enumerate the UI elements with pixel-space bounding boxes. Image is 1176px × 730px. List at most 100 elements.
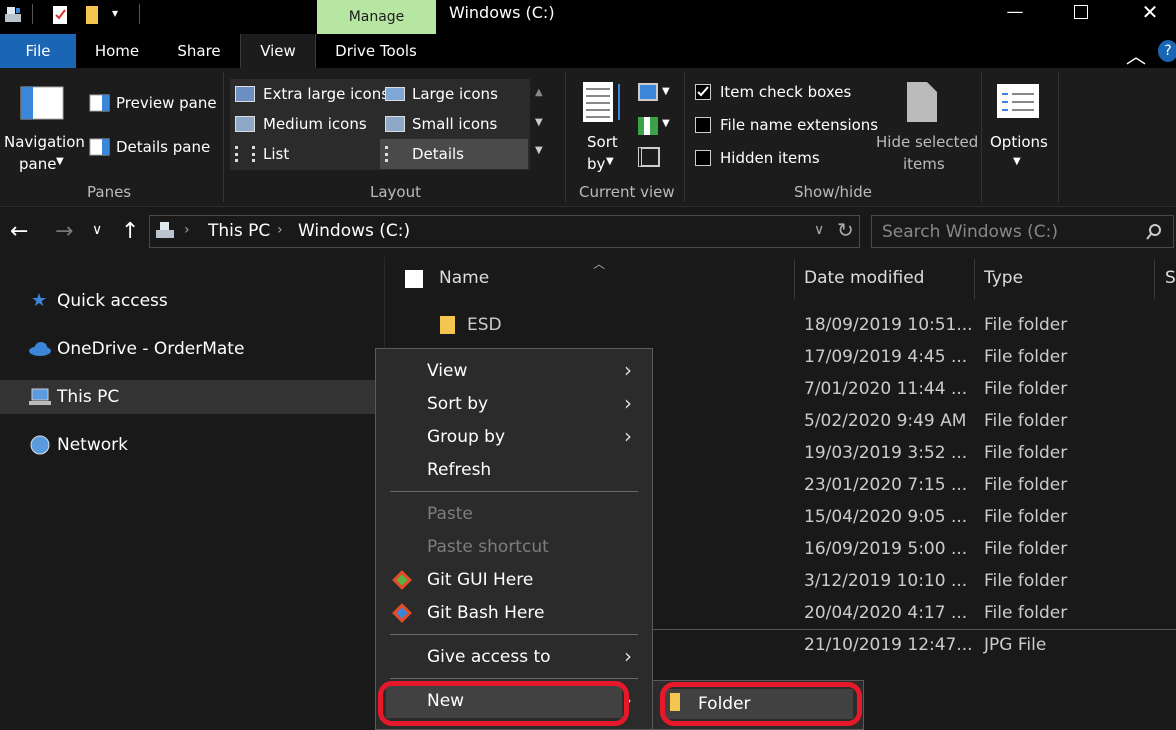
options-button[interactable]: Options [990, 133, 1048, 151]
layout-large-icons[interactable]: Large icons [412, 85, 498, 103]
details-pane-icon [89, 138, 110, 156]
forward-arrow-icon[interactable]: → [55, 219, 73, 244]
column-header-date-modified[interactable]: Date modified [804, 268, 924, 288]
gallery-down-icon[interactable]: ▼ [535, 117, 543, 128]
group-by-icon[interactable] [638, 83, 658, 101]
tab-manage[interactable]: Manage [317, 0, 436, 34]
divider [139, 4, 140, 24]
nav-label: Quick access [57, 291, 168, 311]
nav-label: Network [57, 435, 128, 455]
computer-icon [29, 388, 51, 405]
cell-date-modified: 18/09/2019 10:51... [804, 315, 973, 335]
nav-item-network[interactable]: Network [0, 428, 383, 462]
tab-view[interactable]: View [240, 34, 316, 68]
cell-date-modified: 21/10/2019 12:47... [804, 635, 973, 655]
cell-type: File folder [984, 347, 1068, 367]
group-label-current-view: Current view [579, 183, 675, 201]
nav-item-quick-access[interactable]: ★ Quick access [0, 284, 383, 318]
tab-share[interactable]: Share [162, 34, 236, 68]
select-all-checkbox[interactable] [405, 270, 423, 288]
size-columns-icon[interactable] [638, 147, 660, 167]
menu-item-git-gui-here[interactable]: Git GUI Here [427, 570, 533, 590]
gallery-up-icon[interactable]: ▲ [535, 87, 543, 98]
layout-list[interactable]: List [263, 145, 289, 163]
preview-pane-button[interactable]: Preview pane [116, 94, 217, 112]
new-folder-icon[interactable] [82, 4, 104, 26]
file-name-extensions-label[interactable]: File name extensions [720, 116, 878, 134]
cell-date-modified: 7/01/2020 11:44 ... [804, 379, 968, 399]
small-icons-icon [385, 116, 405, 132]
menu-item-paste-shortcut[interactable]: Paste shortcut [427, 537, 549, 557]
cell-type: File folder [984, 539, 1068, 559]
breadcrumb-windows-c[interactable]: Windows (C:) [298, 221, 410, 241]
tab-file[interactable]: File [0, 34, 76, 68]
navigation-pane-label: Navigation [4, 133, 85, 151]
layout-medium-icons[interactable]: Medium icons [263, 115, 367, 133]
hide-selected-items-button[interactable]: Hide selected [876, 133, 978, 151]
help-icon[interactable]: ? [1158, 40, 1176, 62]
details-icon [385, 146, 405, 162]
tab-home[interactable]: Home [80, 34, 154, 68]
layout-details[interactable]: Details [412, 145, 464, 163]
menu-item-view[interactable]: View [427, 361, 467, 381]
menu-item-git-bash-here[interactable]: Git Bash Here [427, 603, 544, 623]
column-divider[interactable] [974, 259, 975, 299]
layout-extra-large-icons[interactable]: Extra large icons [263, 85, 389, 103]
divider [565, 72, 566, 202]
minimize-icon[interactable]: — [987, 0, 1043, 26]
breadcrumb-chevron-icon: › [277, 222, 283, 238]
column-header-type[interactable]: Type [984, 268, 1023, 288]
back-arrow-icon[interactable]: ← [10, 219, 28, 244]
cell-type: File folder [984, 475, 1068, 495]
menu-item-sort-by[interactable]: Sort by [427, 394, 488, 414]
group-label-show-hide: Show/hide [794, 183, 872, 201]
layout-small-icons[interactable]: Small icons [412, 115, 497, 133]
breadcrumb-this-pc[interactable]: This PC [208, 221, 270, 241]
properties-icon[interactable] [50, 4, 72, 26]
cell-date-modified: 17/09/2019 4:45 ... [804, 347, 968, 367]
nav-item-onedrive[interactable]: OneDrive - OrderMate [0, 332, 383, 366]
cell-date-modified: 3/12/2019 10:10 ... [804, 571, 968, 591]
item-check-boxes-label[interactable]: Item check boxes [720, 83, 851, 101]
gallery-expand-icon[interactable]: ▼ [535, 145, 543, 156]
recent-locations-icon[interactable]: ∨ [92, 222, 102, 238]
search-icon[interactable] [1145, 223, 1163, 241]
column-divider[interactable] [1154, 259, 1155, 299]
cell-date-modified: 15/04/2020 9:05 ... [804, 507, 968, 527]
address-dropdown-icon[interactable]: ∨ [814, 222, 824, 238]
menu-item-refresh[interactable]: Refresh [427, 460, 491, 480]
column-header-name[interactable]: Name [439, 268, 489, 288]
nav-item-this-pc[interactable]: This PC [0, 380, 383, 414]
menu-separator [390, 678, 638, 679]
submenu-arrow-icon: › [624, 424, 632, 448]
cell-date-modified: 20/04/2020 4:17 ... [804, 603, 968, 623]
tab-drive-tools[interactable]: Drive Tools [322, 34, 430, 68]
menu-item-group-by[interactable]: Group by [427, 427, 505, 447]
cell-date-modified: 19/03/2019 3:52 ... [804, 443, 968, 463]
sort-by-button[interactable]: Sort [587, 133, 618, 151]
up-arrow-icon[interactable]: ↑ [121, 219, 139, 244]
submenu-arrow-icon: › [624, 391, 632, 415]
maximize-button[interactable] [1053, 0, 1109, 26]
menu-item-give-access-to[interactable]: Give access to [427, 647, 551, 667]
column-divider[interactable] [794, 259, 795, 299]
qat-dropdown-icon[interactable]: ▾ [112, 6, 118, 20]
cell-date-modified: 5/02/2020 9:49 AM [804, 411, 967, 431]
details-pane-button[interactable]: Details pane [116, 138, 210, 156]
cloud-icon [29, 342, 51, 356]
refresh-icon[interactable]: ↻ [837, 218, 854, 242]
item-check-boxes-checkbox[interactable] [695, 84, 711, 100]
add-columns-icon[interactable] [638, 117, 658, 135]
close-icon[interactable]: ✕ [1122, 0, 1176, 26]
cell-date-modified: 16/09/2019 5:00 ... [804, 539, 968, 559]
breadcrumb-chevron-icon: › [184, 222, 190, 238]
chevron-down-icon: ▼ [56, 156, 64, 167]
column-header-size[interactable]: Si [1165, 268, 1176, 288]
hidden-items-label[interactable]: Hidden items [720, 149, 820, 167]
menu-item-paste[interactable]: Paste [427, 504, 473, 524]
checkmark-icon [697, 86, 709, 97]
file-name-extensions-checkbox[interactable] [695, 117, 711, 133]
collapse-ribbon-icon[interactable]: ︿ [1126, 40, 1146, 69]
hidden-items-checkbox[interactable] [695, 150, 711, 166]
group-label-layout: Layout [370, 183, 421, 201]
